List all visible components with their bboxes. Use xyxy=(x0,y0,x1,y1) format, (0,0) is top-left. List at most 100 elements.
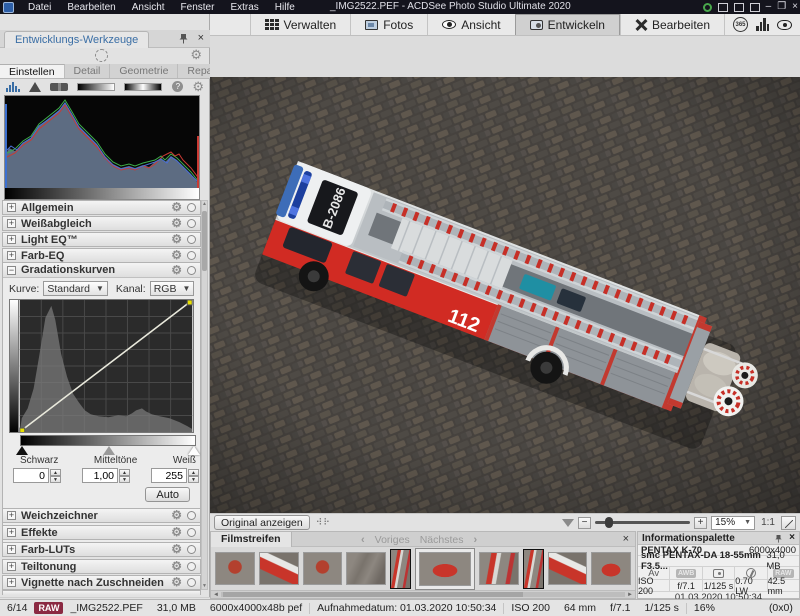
schwarz-input[interactable] xyxy=(13,468,49,483)
pan-lock-icon[interactable] xyxy=(781,516,796,530)
acdsee-365-icon[interactable]: 365 xyxy=(733,17,748,32)
zoom-value-dropdown[interactable]: 15%▼ xyxy=(711,516,755,530)
zoom-menu-icon[interactable] xyxy=(562,519,574,527)
section-weichzeichner[interactable]: + Weichzeichner ⚙ xyxy=(2,508,201,523)
tab-einstellen[interactable]: Einstellen xyxy=(0,64,65,78)
filmstrip-thumbnail[interactable] xyxy=(259,552,299,585)
section-toggle-icon[interactable] xyxy=(187,511,196,520)
tab-bearbeiten[interactable]: Bearbeiten xyxy=(620,14,724,35)
scroll-left-icon[interactable]: ◄ xyxy=(213,591,219,599)
menu-bearbeiten[interactable]: Bearbeiten xyxy=(59,2,123,13)
section-toggle-icon[interactable] xyxy=(187,545,196,554)
auto-advance-icon[interactable] xyxy=(777,20,792,30)
curve-editor[interactable] xyxy=(9,299,194,433)
actual-size-button[interactable]: 1:1 xyxy=(759,517,777,528)
expand-icon[interactable]: + xyxy=(7,235,16,244)
section-gear-icon[interactable]: ⚙ xyxy=(171,264,182,277)
layout-box-1-icon[interactable] xyxy=(718,3,728,12)
zoom-out-button[interactable]: − xyxy=(578,517,591,529)
weiss-input[interactable] xyxy=(151,468,187,483)
kanal-dropdown[interactable]: RGB▼ xyxy=(150,281,195,296)
filmstrip-tab[interactable]: Filmstreifen xyxy=(211,532,292,547)
filmstrip-thumbnail-selected[interactable] xyxy=(415,548,475,590)
next-chevron-icon[interactable]: › xyxy=(473,534,477,546)
section-allgemein[interactable]: + Allgemein ⚙ xyxy=(2,200,201,215)
section-toggle-icon[interactable] xyxy=(187,578,196,587)
pin-icon[interactable] xyxy=(775,535,782,543)
histogram-icon[interactable] xyxy=(6,82,20,92)
expand-icon[interactable]: + xyxy=(7,528,16,537)
expand-icon[interactable]: + xyxy=(7,562,16,571)
layout-box-3-icon[interactable] xyxy=(750,3,760,12)
minimize-button[interactable]: – xyxy=(766,0,772,14)
pixel-picker-icon[interactable] xyxy=(50,83,68,91)
tab-detail[interactable]: Detail xyxy=(65,64,111,78)
section-toggle-icon[interactable] xyxy=(187,266,196,275)
menu-datei[interactable]: Datei xyxy=(20,2,59,13)
filmstrip-thumbnail[interactable] xyxy=(591,552,631,585)
voriges-link[interactable]: Voriges xyxy=(375,534,410,546)
section-light-eq[interactable]: + Light EQ™ ⚙ xyxy=(2,232,201,247)
filmstrip-thumbnail[interactable] xyxy=(303,552,343,585)
section-effekte[interactable]: + Effekte ⚙ xyxy=(2,525,201,540)
develop-target-icon[interactable] xyxy=(95,49,108,62)
expand-icon[interactable]: + xyxy=(7,545,16,554)
mitteltoene-input[interactable] xyxy=(82,468,118,483)
spin-down-icon[interactable]: ▼ xyxy=(50,476,61,483)
filmstrip-thumbnail[interactable] xyxy=(479,552,519,585)
black-point-slider[interactable] xyxy=(16,446,28,455)
section-gear-icon[interactable]: ⚙ xyxy=(171,509,182,522)
spin-up-icon[interactable]: ▲ xyxy=(50,469,61,476)
expand-icon[interactable]: + xyxy=(7,203,16,212)
section-toggle-icon[interactable] xyxy=(187,562,196,571)
section-toggle-icon[interactable] xyxy=(187,203,196,212)
info-palette-close-icon[interactable]: × xyxy=(789,532,795,543)
spin-up-icon[interactable]: ▲ xyxy=(188,469,199,476)
section-farb-eq[interactable]: + Farb-EQ ⚙ xyxy=(2,248,201,263)
dashboard-icon[interactable] xyxy=(756,18,769,31)
menu-extras[interactable]: Extras xyxy=(222,2,266,13)
pin-icon[interactable] xyxy=(179,34,188,44)
restore-button[interactable]: ❐ xyxy=(777,0,786,14)
section-gear-icon[interactable]: ⚙ xyxy=(171,543,182,556)
midtone-slider[interactable] xyxy=(103,446,115,455)
section-teiltonung[interactable]: + Teiltonung ⚙ xyxy=(2,559,201,574)
filmstrip-thumbnail[interactable] xyxy=(346,552,386,585)
close-button[interactable]: × xyxy=(792,0,798,14)
auto-button[interactable]: Auto xyxy=(145,487,190,502)
section-farb-luts[interactable]: + Farb-LUTs ⚙ xyxy=(2,542,201,557)
menu-hilfe[interactable]: Hilfe xyxy=(267,2,303,13)
section-toggle-icon[interactable] xyxy=(187,251,196,260)
kurve-dropdown[interactable]: Standard▼ xyxy=(43,281,108,296)
section-gear-icon[interactable]: ⚙ xyxy=(171,526,182,539)
tone-gradient-icon[interactable] xyxy=(77,83,115,91)
filmstrip-thumbnail[interactable] xyxy=(548,552,588,585)
fit-view-icon[interactable]: ⠺⠗ xyxy=(316,517,331,528)
original-anzeigen-button[interactable]: Original anzeigen xyxy=(214,515,310,530)
section-gear-icon[interactable]: ⚙ xyxy=(171,560,182,573)
midtone-gradient-icon[interactable] xyxy=(124,83,162,91)
section-gear-icon[interactable]: ⚙ xyxy=(171,576,182,589)
tab-geometrie[interactable]: Geometrie xyxy=(110,64,178,78)
tab-ansicht[interactable]: Ansicht xyxy=(427,14,514,35)
section-gear-icon[interactable]: ⚙ xyxy=(171,249,182,262)
photo-canvas[interactable]: 112 xyxy=(210,77,800,513)
section-weissabgleich[interactable]: + Weißabgleich ⚙ xyxy=(2,216,201,231)
collapse-icon[interactable]: − xyxy=(7,266,16,275)
histogram-gear-icon[interactable]: ⚙ xyxy=(192,80,204,93)
tab-verwalten[interactable]: Verwalten xyxy=(250,14,351,35)
help-icon[interactable]: ? xyxy=(172,81,183,92)
panel-scrollbar[interactable]: ▲ ▼ xyxy=(201,200,208,590)
filmstrip-close-icon[interactable]: × xyxy=(623,533,629,545)
panel-settings-gear-icon[interactable]: ⚙ xyxy=(190,48,202,61)
expand-icon[interactable]: + xyxy=(7,219,16,228)
develop-panel-tab[interactable]: Entwicklungs-Werkzeuge xyxy=(4,31,149,48)
layout-box-2-icon[interactable] xyxy=(734,3,744,12)
app-icon[interactable] xyxy=(3,2,14,13)
filmstrip-thumbnail[interactable] xyxy=(215,552,255,585)
tab-entwickeln[interactable]: Entwickeln xyxy=(515,14,620,35)
section-gear-icon[interactable]: ⚙ xyxy=(171,201,182,214)
tab-fotos[interactable]: Fotos xyxy=(350,14,427,35)
previous-chevron-icon[interactable]: ‹ xyxy=(361,534,365,546)
expand-icon[interactable]: + xyxy=(7,511,16,520)
